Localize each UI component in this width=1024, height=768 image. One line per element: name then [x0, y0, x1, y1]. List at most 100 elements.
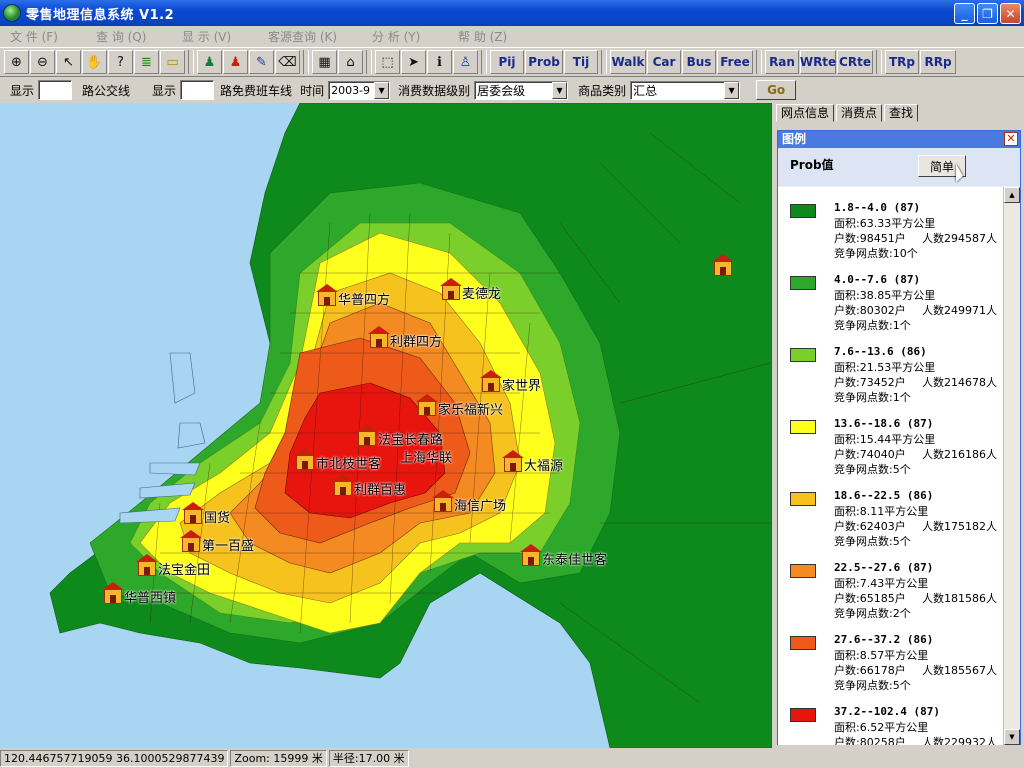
free-button[interactable]: Free [717, 50, 753, 74]
person-green-icon[interactable]: ♟ [197, 50, 222, 74]
pan-hand-icon[interactable]: ✋ [82, 50, 107, 74]
table-icon[interactable]: ▦ [312, 50, 337, 74]
building-icon[interactable]: ⌂ [338, 50, 363, 74]
layers-icon[interactable]: ≣ [134, 50, 159, 74]
store-label: 麦德龙 [462, 287, 502, 302]
crte-button[interactable]: CRte [837, 50, 873, 74]
time-select[interactable]: 2003-9 ▼ [328, 80, 391, 100]
walk-button[interactable]: Walk [610, 50, 646, 74]
shuttle-count-input[interactable] [180, 80, 215, 100]
menu-file[interactable]: 文 件 (F) [10, 28, 96, 45]
level-label: 消费数据级别 [398, 83, 471, 98]
legend-window: 图例 ✕ Prob值 简单 1.8--4.0 (87) 面积:63.33平方公里户… [777, 130, 1021, 745]
level-value: 居委会级 [477, 83, 526, 98]
menu-view[interactable]: 显 示 (V) [182, 28, 268, 45]
minimize-button[interactable]: _ [954, 3, 975, 24]
legend-population: 人数175182人 [922, 520, 997, 533]
pointer-icon[interactable]: ➤ [401, 50, 426, 74]
chevron-down-icon[interactable]: ▼ [724, 81, 740, 99]
map-view-icon[interactable]: ▭ [160, 50, 185, 74]
rrp-button[interactable]: RRp [920, 50, 956, 74]
menu-query[interactable]: 查 询 (Q) [96, 28, 182, 45]
eraser-icon[interactable]: ⌫ [275, 50, 300, 74]
car-button[interactable]: Car [647, 50, 681, 74]
shuttle-label: 路免费班车线 [220, 83, 293, 98]
legend-range: 7.6--13.6 (86) [834, 345, 927, 358]
legend-population: 人数229932人 [922, 736, 997, 745]
store-label: 大福源 [524, 459, 564, 474]
store-marker[interactable]: 市北枝世客 [294, 448, 381, 472]
go-button[interactable]: Go [756, 80, 797, 100]
store-label: 家世界 [502, 379, 542, 394]
legend-competitors: 竞争网点数:1个 [834, 391, 911, 404]
store-marker[interactable]: 海信广场 [432, 490, 506, 514]
pij-button[interactable]: Pij [490, 50, 524, 74]
legend-competitors: 竞争网点数:10个 [834, 247, 918, 260]
select-arrow-icon[interactable]: ↖ [56, 50, 81, 74]
legend-competitors: 竞争网点数:5个 [834, 679, 911, 692]
map-canvas[interactable]: 华普四方 麦德龙 利群四方 家世界 家乐福新兴 法宝长春路 市北枝世客 上海华联… [0, 103, 772, 748]
store-marker[interactable]: 大福源 [502, 450, 564, 474]
category-select[interactable]: 汇总 ▼ [630, 80, 741, 100]
store-marker[interactable] [712, 254, 734, 276]
legend-scrollbar[interactable]: ▲ ▼ [1003, 187, 1020, 745]
rect-select-icon[interactable]: ⬚ [375, 50, 400, 74]
store-icon [332, 474, 354, 496]
store-marker[interactable]: 第一百盛 [180, 530, 254, 554]
store-marker[interactable]: 华普四方 [316, 284, 390, 308]
zoom-out-icon[interactable]: ⊖ [30, 50, 55, 74]
toolbar-separator [601, 50, 607, 74]
store-marker[interactable]: 法宝金田 [136, 554, 210, 578]
ran-button[interactable]: Ran [765, 50, 799, 74]
restore-button[interactable]: ❐ [977, 3, 998, 24]
close-icon[interactable]: ✕ [1004, 132, 1018, 146]
store-marker[interactable]: 家乐福新兴 [416, 394, 503, 418]
store-marker[interactable]: 家世界 [480, 370, 542, 394]
menu-help[interactable]: 帮 助 (Z) [458, 28, 544, 45]
chevron-down-icon[interactable]: ▼ [374, 81, 390, 99]
scroll-down-icon[interactable]: ▼ [1004, 729, 1020, 745]
legend-swatch [790, 420, 816, 434]
tij-button[interactable]: Tij [564, 50, 598, 74]
bus-route-count-input[interactable] [38, 80, 73, 100]
legend-area: 面积:8.57平方公里 [834, 649, 929, 662]
store-label-only[interactable]: 上海华联 [398, 447, 452, 466]
tab-search[interactable]: 查找 [884, 104, 919, 122]
store-marker[interactable]: 麦德龙 [440, 278, 502, 302]
store-marker[interactable]: 国货 [182, 502, 230, 526]
legend-households: 户数:80258户 [834, 736, 906, 745]
info-icon[interactable]: ℹ [427, 50, 452, 74]
store-label: 上海华联 [400, 451, 453, 466]
prob-button[interactable]: Prob [525, 50, 563, 74]
person-red-icon[interactable]: ♟ [223, 50, 248, 74]
zoom-in-icon[interactable]: ⊕ [4, 50, 29, 74]
store-marker[interactable]: 东泰佳世客 [520, 544, 607, 568]
wrte-button[interactable]: WRte [800, 50, 836, 74]
tab-consumption-points[interactable]: 消费点 [836, 104, 883, 122]
show-label: 显示 [10, 83, 35, 98]
chevron-down-icon[interactable]: ▼ [552, 81, 568, 99]
store-marker[interactable]: 法宝长春路 [356, 424, 443, 448]
legend-households: 户数:98451户 [834, 232, 906, 245]
trp-button[interactable]: TRp [885, 50, 919, 74]
pin-icon[interactable]: ✎ [249, 50, 274, 74]
info-query-icon[interactable]: ? [108, 50, 133, 74]
category-value: 汇总 [633, 83, 658, 98]
store-marker[interactable]: 利群四方 [368, 326, 443, 350]
store-icon [712, 254, 734, 276]
walker-icon[interactable]: ♙ [453, 50, 478, 74]
toolbar: ⊕ ⊖ ↖ ✋ ? ≣ ▭ ♟ ♟ ✎ ⌫ ▦ ⌂ ⬚ ➤ ℹ ♙ Pij Pr… [0, 47, 1024, 77]
menu-analysis[interactable]: 分 析 (Y) [372, 28, 458, 45]
store-marker[interactable]: 华普西镇 [102, 582, 176, 606]
bus-button[interactable]: Bus [682, 50, 716, 74]
store-marker[interactable]: 利群百惠 [332, 474, 406, 498]
tab-store-info[interactable]: 网点信息 [776, 104, 835, 122]
status-bar: 120.446757719059 36.1000529877439 Zoom: … [0, 749, 1024, 768]
store-label: 利群四方 [390, 335, 443, 350]
close-button[interactable]: ✕ [1000, 3, 1021, 24]
scroll-up-icon[interactable]: ▲ [1004, 187, 1020, 203]
level-select[interactable]: 居委会级 ▼ [474, 80, 569, 100]
menu-customer-query[interactable]: 客源查询 (K) [268, 28, 372, 45]
legend-area: 面积:6.52平方公里 [834, 721, 929, 734]
legend-population: 人数185567人 [922, 664, 997, 677]
